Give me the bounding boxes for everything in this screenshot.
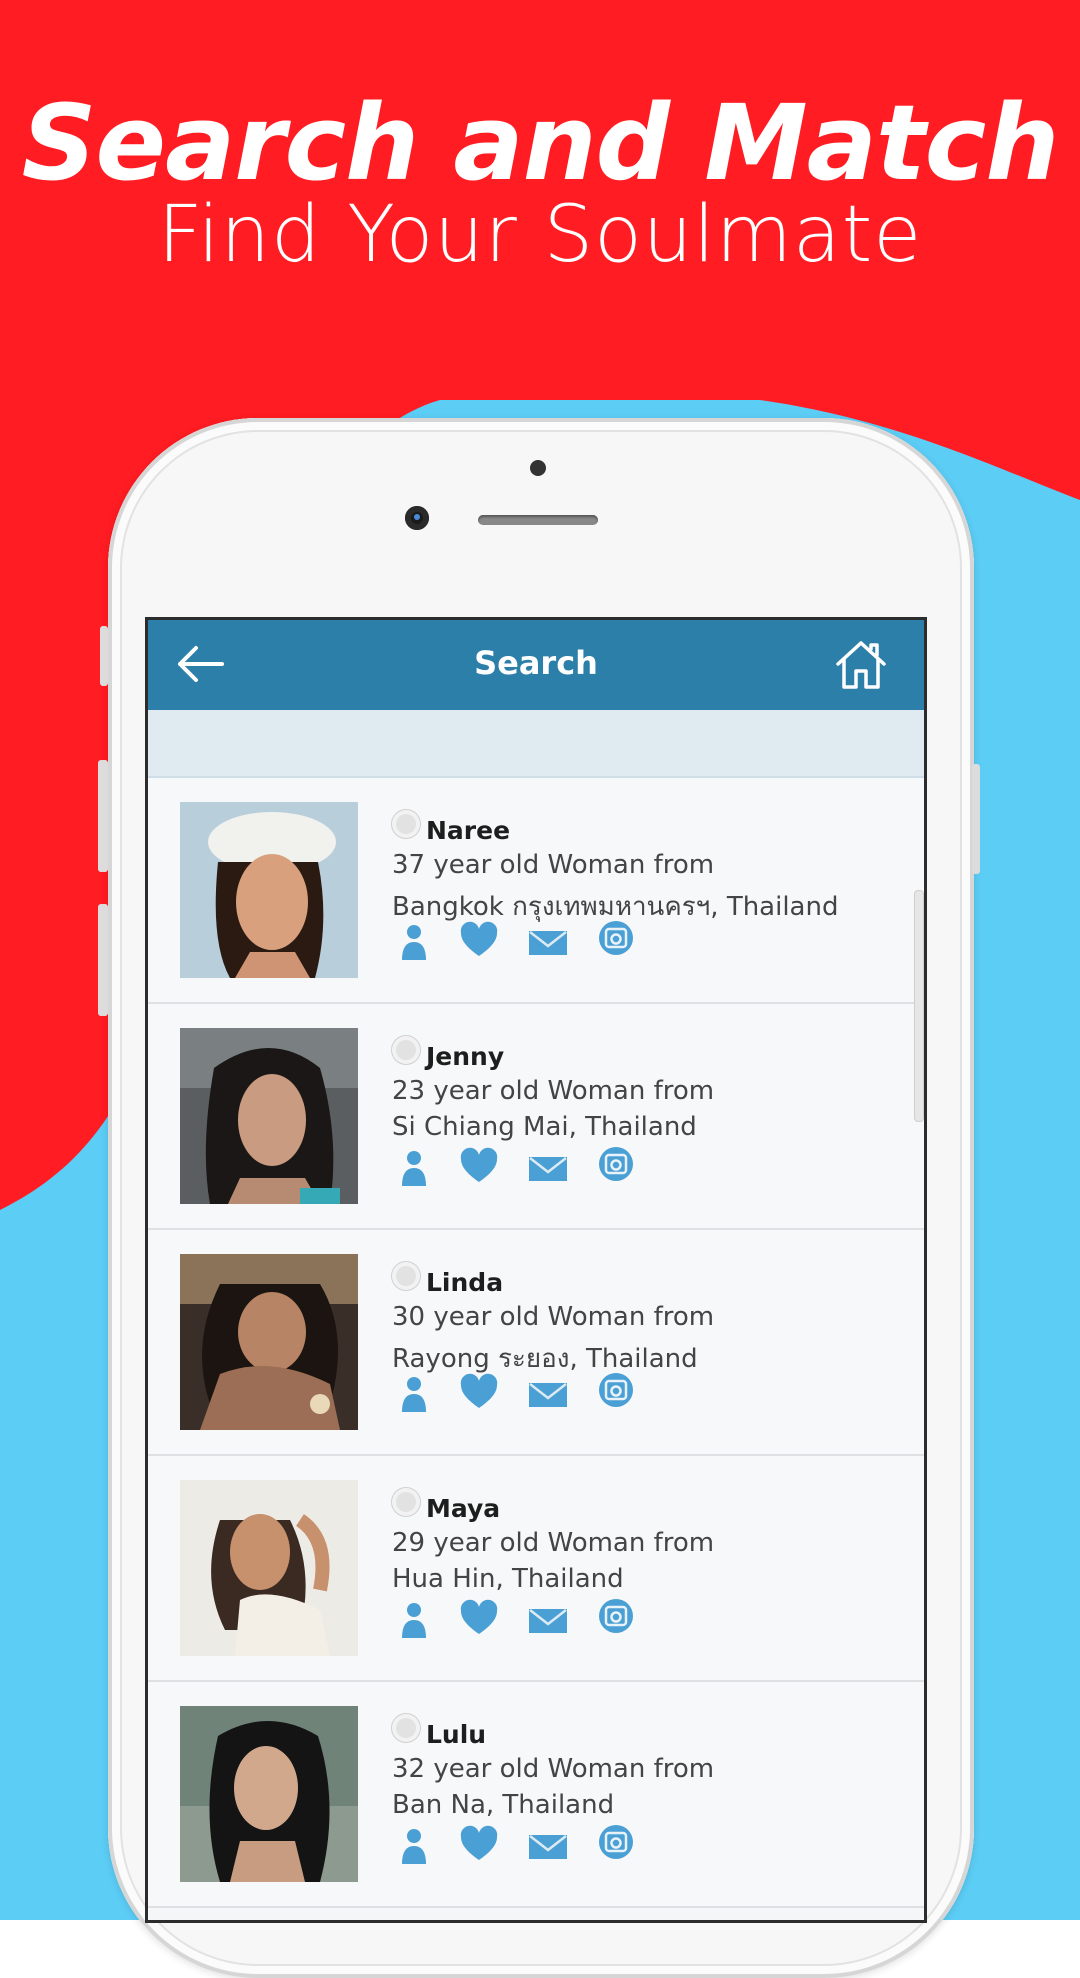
profile-location: Hua Hin, Thailand [392, 1564, 624, 1594]
like-button[interactable] [458, 920, 500, 964]
mail-icon [529, 1383, 567, 1407]
profile-actions [392, 1146, 672, 1190]
headline-title: Search and Match [21, 82, 1060, 204]
nav-bar: Search [148, 620, 924, 710]
profile-actions [392, 1824, 672, 1868]
view-profile-button[interactable] [398, 1824, 430, 1868]
profile-name: Jenny [426, 1042, 505, 1071]
online-status-indicator [392, 1036, 420, 1064]
phone-side-button [100, 626, 108, 686]
list-item[interactable]: Maya 29 year old Woman from Hua Hin, Tha… [148, 1456, 924, 1682]
mail-icon [529, 931, 567, 955]
heart-icon [460, 921, 498, 956]
headline-subtitle: Find Your Soulmate [157, 190, 923, 280]
profile-description: 32 year old Woman from [392, 1754, 715, 1784]
heart-icon [460, 1373, 498, 1408]
app-screen: Search Naree 37 year old Woman from Bang… [148, 620, 924, 1920]
message-button[interactable] [526, 1598, 570, 1642]
profile-icon [402, 1829, 426, 1864]
profile-description: 37 year old Woman from [392, 850, 715, 880]
profile-photo[interactable] [180, 1028, 358, 1204]
heart-icon [460, 1147, 498, 1182]
search-filter-bar [148, 710, 924, 778]
message-button[interactable] [526, 920, 570, 964]
phone-volume-up [98, 760, 108, 872]
earpiece-speaker [478, 515, 598, 525]
arrow-left-icon [178, 646, 224, 682]
front-camera [405, 506, 429, 530]
list-item[interactable]: Naree 37 year old Woman from Bangkok กรุ… [148, 778, 924, 1004]
profile-name: Naree [426, 816, 511, 845]
list-item[interactable]: Lulu 32 year old Woman from Ban Na, Thai… [148, 1682, 924, 1908]
profile-name: Linda [426, 1268, 504, 1297]
photo-icon [599, 921, 633, 955]
profile-photo[interactable] [180, 1706, 358, 1882]
heart-icon [460, 1599, 498, 1634]
view-profile-button[interactable] [398, 1372, 430, 1416]
profile-photo[interactable] [180, 1480, 358, 1656]
mail-icon [529, 1157, 567, 1181]
photos-button[interactable] [596, 920, 636, 964]
online-status-indicator [392, 1262, 420, 1290]
photos-button[interactable] [596, 1146, 636, 1190]
heart-icon [460, 1825, 498, 1860]
mail-icon [529, 1835, 567, 1859]
back-button[interactable] [172, 642, 228, 686]
photo-icon [599, 1825, 633, 1859]
profile-icon [402, 1151, 426, 1186]
photo-icon [599, 1147, 633, 1181]
photos-button[interactable] [596, 1372, 636, 1416]
profile-actions [392, 1372, 672, 1416]
profile-name: Lulu [426, 1720, 487, 1749]
proximity-sensor [530, 460, 546, 476]
like-button[interactable] [458, 1824, 500, 1868]
message-button[interactable] [526, 1824, 570, 1868]
list-item[interactable]: Linda 30 year old Woman from Rayong ระยอ… [148, 1230, 924, 1456]
home-button[interactable] [834, 638, 888, 692]
profile-location: Ban Na, Thailand [392, 1790, 615, 1820]
list-item[interactable]: Jenny 23 year old Woman from Si Chiang M… [148, 1004, 924, 1230]
profile-icon [402, 1603, 426, 1638]
view-profile-button[interactable] [398, 1598, 430, 1642]
online-status-indicator [392, 810, 420, 838]
home-icon [836, 641, 886, 689]
scrollbar[interactable] [914, 890, 924, 1122]
profile-location: Si Chiang Mai, Thailand [392, 1112, 697, 1142]
message-button[interactable] [526, 1372, 570, 1416]
photo-icon [599, 1373, 633, 1407]
profile-icon [402, 1377, 426, 1412]
phone-power-button [972, 764, 980, 874]
page-title: Search [474, 644, 598, 682]
photos-button[interactable] [596, 1598, 636, 1642]
view-profile-button[interactable] [398, 920, 430, 964]
mail-icon [529, 1609, 567, 1633]
profile-description: 30 year old Woman from [392, 1302, 715, 1332]
message-button[interactable] [526, 1146, 570, 1190]
like-button[interactable] [458, 1146, 500, 1190]
profile-actions [392, 1598, 672, 1642]
profile-photo[interactable] [180, 1254, 358, 1430]
profile-photo[interactable] [180, 802, 358, 978]
online-status-indicator [392, 1488, 420, 1516]
profile-icon [402, 925, 426, 960]
profile-description: 29 year old Woman from [392, 1528, 715, 1558]
photo-icon [599, 1599, 633, 1633]
online-status-indicator [392, 1714, 420, 1742]
profile-actions [392, 920, 672, 964]
view-profile-button[interactable] [398, 1146, 430, 1190]
profile-list: Naree 37 year old Woman from Bangkok กรุ… [148, 778, 924, 1908]
like-button[interactable] [458, 1372, 500, 1416]
profile-name: Maya [426, 1494, 501, 1523]
phone-volume-down [98, 904, 108, 1016]
photos-button[interactable] [596, 1824, 636, 1868]
like-button[interactable] [458, 1598, 500, 1642]
profile-description: 23 year old Woman from [392, 1076, 715, 1106]
